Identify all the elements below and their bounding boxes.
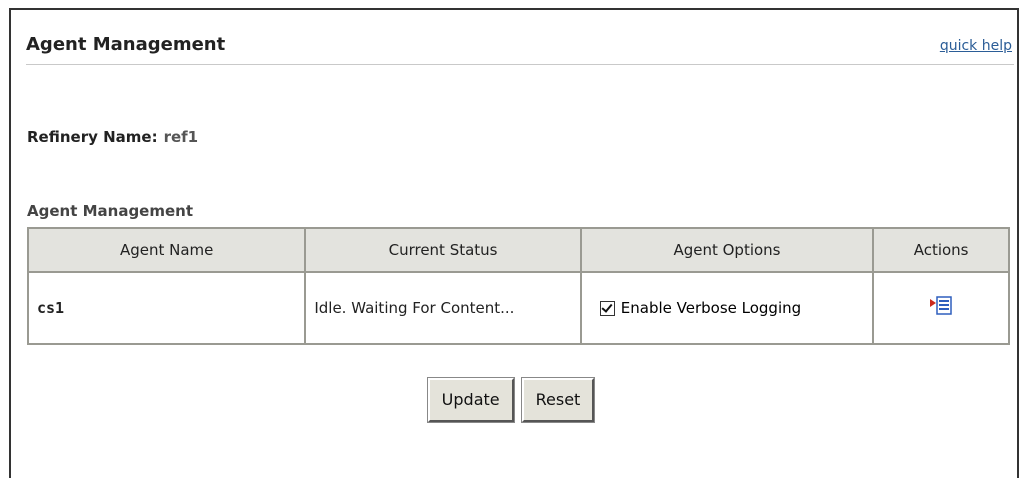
verbose-logging-option[interactable]: Enable Verbose Logging <box>590 299 864 317</box>
agents-table: Agent Name Current Status Agent Options … <box>26 227 1010 345</box>
page-title: Agent Management <box>26 34 226 55</box>
table-row: cs1 Idle. Waiting For Content... Enable … <box>26 271 1010 345</box>
column-header-agent-name: Agent Name <box>26 227 307 273</box>
page-header: Agent Management quick help <box>26 34 1014 65</box>
section-title: Agent Management <box>27 202 194 220</box>
agent-options-cell: Enable Verbose Logging <box>579 271 875 345</box>
form-buttons: Update Reset <box>0 378 1022 422</box>
table-header-row: Agent Name Current Status Agent Options … <box>26 227 1010 273</box>
refinery-label: Refinery Name: <box>27 128 158 146</box>
quick-help-link[interactable]: quick help <box>940 38 1012 54</box>
column-header-actions: Actions <box>872 227 1010 273</box>
reset-button[interactable]: Reset <box>521 378 595 422</box>
verbose-logging-label: Enable Verbose Logging <box>620 299 802 317</box>
properties-icon[interactable] <box>930 296 952 320</box>
column-header-agent-options: Agent Options <box>579 227 875 273</box>
verbose-logging-checkbox[interactable] <box>599 300 615 316</box>
refinery-value: ref1 <box>163 128 199 146</box>
actions-cell <box>872 271 1010 345</box>
agent-name-cell: cs1 <box>26 271 307 345</box>
update-button[interactable]: Update <box>427 378 514 422</box>
column-header-current-status: Current Status <box>304 227 582 273</box>
refinery-info: Refinery Name: ref1 <box>27 128 198 146</box>
status-cell: Idle. Waiting For Content... <box>304 271 582 345</box>
